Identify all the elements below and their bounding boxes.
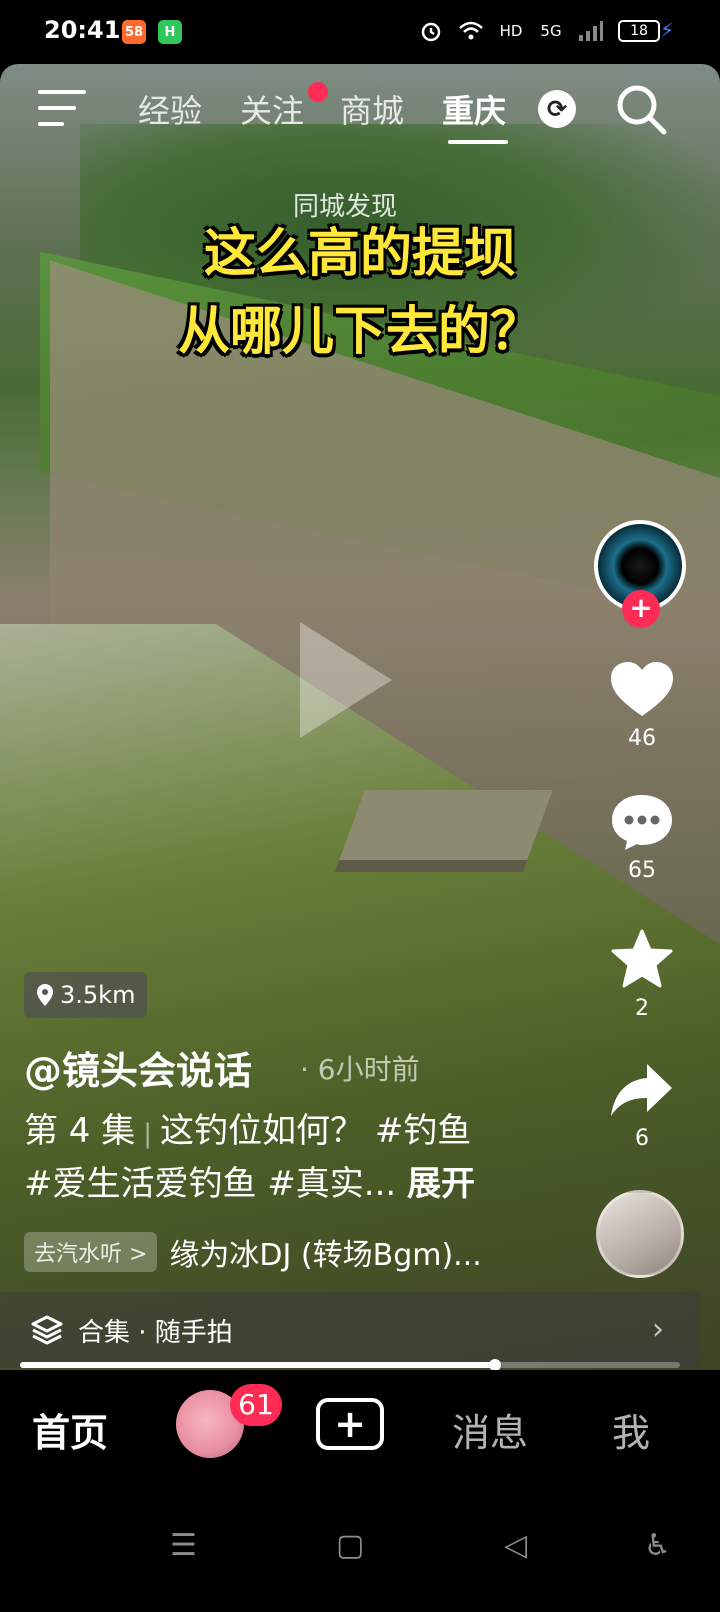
heart-icon — [611, 662, 673, 716]
tab-experience[interactable]: 经验 — [138, 86, 202, 132]
star-icon — [611, 929, 673, 988]
notification-app-icon: 58 — [122, 20, 146, 44]
author-name[interactable]: @镜头会说话 — [24, 1040, 252, 1095]
video-headline: 这么高的提坝 从哪儿下去的？ — [0, 215, 720, 371]
video-progress[interactable] — [20, 1359, 680, 1371]
tab-following[interactable]: 关注 — [240, 86, 304, 132]
switch-city-icon[interactable]: ⟳ — [538, 90, 576, 128]
episode-label[interactable]: 第 4 集 — [24, 1111, 135, 1151]
headline-line-1: 这么高的提坝 — [203, 223, 516, 284]
play-icon[interactable] — [300, 622, 392, 738]
home-icon[interactable]: ▢ — [336, 1528, 364, 1563]
location-pin-icon — [37, 984, 53, 1006]
battery-icon: 18 — [618, 20, 660, 42]
follow-button[interactable]: + — [622, 590, 660, 628]
city-subtitle: 同城发现 — [292, 192, 397, 222]
collection-bar[interactable]: 合集 · 随手拍 › — [0, 1292, 700, 1368]
back-icon[interactable]: ◁ — [504, 1528, 527, 1563]
like-count: 46 — [628, 726, 656, 751]
comment-icon — [612, 795, 672, 850]
friends-badge: 61 — [230, 1384, 282, 1426]
headline-line-2: 从哪儿下去的？ — [177, 301, 542, 362]
distance-label: 3.5km — [60, 981, 136, 1009]
status-time: 20:41 — [44, 16, 121, 44]
chevron-right-icon: › — [652, 1312, 664, 1347]
notification-app-icon: H — [158, 20, 182, 44]
tab-underline — [448, 140, 508, 144]
nav-me[interactable]: 我 — [612, 1402, 650, 1457]
favorite-button[interactable]: 2 — [592, 928, 692, 1021]
location-chip[interactable]: 3.5km — [24, 972, 148, 1018]
music-disc[interactable] — [596, 1190, 684, 1278]
comment-count: 65 — [628, 858, 656, 883]
hd-icon: HD — [499, 22, 523, 40]
system-icons: HD 5G 18 — [418, 18, 660, 44]
progress-fill — [20, 1362, 496, 1368]
signal-bars-icon — [578, 18, 604, 44]
nav-messages[interactable]: 消息 — [452, 1402, 528, 1457]
recent-apps-icon[interactable]: ☰ — [170, 1528, 197, 1563]
like-button[interactable]: 46 — [592, 660, 692, 751]
charging-icon: ⚡ — [659, 18, 674, 42]
caption-line-2[interactable]: #爱生活爱钓鱼 #真实... — [24, 1164, 396, 1204]
post-time: · 6小时前 — [300, 1053, 420, 1086]
share-icon — [611, 1064, 672, 1116]
top-nav: 经验 关注 商城 重庆 ⟳ — [0, 76, 720, 146]
music-app-tag[interactable]: 去汽水听 > — [24, 1232, 158, 1272]
tab-mall[interactable]: 商城 — [340, 86, 404, 132]
share-button[interactable]: 6 — [592, 1060, 692, 1151]
system-nav-bar: ☰ ▢ ◁ ♿ — [0, 1490, 720, 1612]
nav-home[interactable]: 首页 — [32, 1402, 108, 1457]
signal-icon: 5G — [540, 22, 562, 40]
caption-line-1[interactable]: 这钓位如何？ #钓鱼 — [160, 1111, 471, 1151]
favorite-count: 2 — [635, 996, 649, 1021]
wifi-icon — [458, 18, 484, 44]
accessibility-icon[interactable]: ♿ — [644, 1528, 671, 1563]
bottom-nav: 首页 61 + 消息 我 — [0, 1370, 720, 1490]
create-button[interactable]: + — [316, 1398, 384, 1450]
collection-label: 合集 · 随手拍 — [78, 1317, 233, 1348]
comment-button[interactable]: 65 — [592, 792, 692, 883]
expand-button[interactable]: 展开 — [407, 1164, 475, 1204]
status-bar: 20:41 58 H HD 5G 18 ⚡ — [0, 0, 720, 64]
music-row[interactable]: 去汽水听 > 缘为冰DJ (转场Bgm)... — [24, 1230, 482, 1274]
tab-city[interactable]: 重庆 — [442, 86, 506, 132]
alarm-icon — [418, 18, 444, 44]
unread-dot — [308, 82, 328, 102]
post-caption: 第 4 集 | 这钓位如何？ #钓鱼 #爱生活爱钓鱼 #真实... 展开 — [24, 1106, 584, 1209]
music-name[interactable]: 缘为冰DJ (转场Bgm)... — [169, 1230, 481, 1274]
search-icon[interactable] — [614, 82, 670, 138]
share-count: 6 — [635, 1126, 649, 1151]
video-platform — [339, 790, 553, 860]
menu-icon[interactable] — [38, 90, 86, 126]
layers-icon — [31, 1315, 63, 1345]
caption-separator: | — [143, 1119, 153, 1149]
